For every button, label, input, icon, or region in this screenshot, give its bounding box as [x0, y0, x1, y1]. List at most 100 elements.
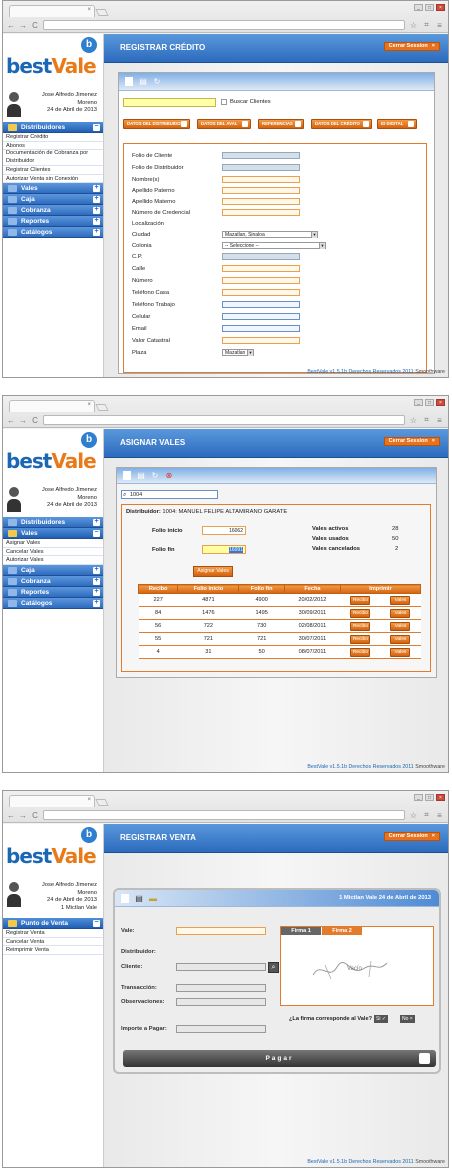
vales-button[interactable]: Vales — [390, 608, 411, 618]
maximize-button[interactable]: □ — [425, 794, 434, 801]
ciudad-select[interactable]: Mazatlan, Sinaloa ▼ — [222, 231, 318, 238]
forward-icon[interactable]: → — [19, 811, 27, 820]
expand-icon[interactable]: + — [93, 184, 100, 192]
no-button[interactable]: No × — [400, 1015, 415, 1023]
browser-tab[interactable]: × — [9, 400, 95, 412]
extension-icon[interactable]: ⌗ — [422, 810, 431, 820]
transaccion-input[interactable] — [176, 984, 266, 992]
expand-icon[interactable]: + — [93, 577, 100, 585]
maximize-button[interactable]: □ — [425, 4, 434, 11]
celular-input[interactable] — [222, 313, 300, 320]
expand-icon[interactable]: + — [93, 566, 100, 574]
back-icon[interactable]: ← — [7, 416, 15, 425]
expand-icon[interactable]: + — [93, 588, 100, 596]
colonia-select[interactable]: -- Seleccione -- ▼ — [222, 242, 326, 249]
cliente-input[interactable] — [176, 963, 266, 971]
ticket-icon[interactable]: ▬ — [149, 894, 157, 903]
menu-vales[interactable]: Vales + — [3, 183, 103, 194]
menu-reportes[interactable]: Reportes + — [3, 586, 103, 598]
minimize-button[interactable]: _ — [414, 399, 423, 406]
folio-cliente-input[interactable] — [222, 152, 300, 159]
refresh-icon[interactable]: ↻ — [153, 77, 161, 86]
vale-input[interactable] — [176, 927, 266, 935]
reload-icon[interactable]: C — [31, 416, 39, 425]
expand-icon[interactable]: + — [93, 206, 100, 214]
logout-button[interactable]: Cerrar Session × — [383, 437, 440, 446]
search-icon[interactable]: ⌕ — [268, 962, 279, 973]
menu-cobranza[interactable]: Cobranza + — [3, 205, 103, 216]
cancel-icon[interactable]: ⊗ — [165, 471, 173, 480]
search-input[interactable] — [123, 98, 216, 107]
tab-close-icon[interactable]: × — [87, 797, 91, 803]
extension-icon[interactable]: ⌗ — [422, 415, 431, 425]
back-icon[interactable]: ← — [7, 811, 15, 820]
forward-icon[interactable]: → — [19, 416, 27, 425]
credencial-input[interactable] — [222, 209, 300, 216]
menu-icon[interactable]: ≡ — [435, 811, 444, 820]
tab-firma-1[interactable]: Firma 1 — [281, 927, 321, 935]
close-window-button[interactable]: × — [436, 794, 445, 801]
back-icon[interactable]: ← — [7, 21, 15, 30]
recibo-button[interactable]: Recibo — [350, 647, 371, 657]
menu-icon[interactable]: ≡ — [435, 416, 444, 425]
submenu-registrar-clientes[interactable]: Registrar Clientes — [3, 166, 103, 175]
vales-button[interactable]: Vales — [390, 647, 411, 657]
tab-referencias[interactable]: REFERENCIAS — [258, 119, 304, 129]
folio-inicio-input[interactable]: 16062 — [202, 526, 246, 535]
menu-caja[interactable]: Caja + — [3, 564, 103, 576]
extension-icon[interactable]: ⌗ — [422, 20, 431, 30]
new-icon[interactable] — [123, 471, 131, 480]
menu-vales[interactable]: Vales − — [3, 528, 103, 539]
submenu-cancelar-vales[interactable]: Cancelar Vales — [3, 548, 103, 556]
menu-distribuidores[interactable]: Distribuidores − — [3, 122, 103, 133]
vales-button[interactable]: Vales — [390, 634, 411, 644]
submenu-cancelar-venta[interactable]: Cancelar Venta — [3, 938, 103, 946]
expand-icon[interactable]: + — [93, 195, 100, 203]
menu-catalogos[interactable]: Catálogos + — [3, 227, 103, 238]
refresh-icon[interactable]: ↻ — [151, 471, 159, 480]
address-bar[interactable] — [43, 415, 405, 425]
telefono-casa-input[interactable] — [222, 289, 300, 296]
submenu-asignar-vales[interactable]: Asignar Vales — [3, 539, 103, 548]
menu-icon[interactable]: ≡ — [435, 21, 444, 30]
observaciones-input[interactable] — [176, 998, 266, 1006]
menu-caja[interactable]: Caja + — [3, 194, 103, 205]
reload-icon[interactable]: C — [31, 21, 39, 30]
si-button[interactable]: Si ✓ — [374, 1015, 389, 1023]
print-icon[interactable]: ▤ — [137, 471, 145, 480]
vales-button[interactable]: Vales — [390, 621, 411, 631]
minimize-button[interactable]: _ — [414, 794, 423, 801]
close-window-button[interactable]: × — [436, 399, 445, 406]
folio-distribuidor-input[interactable] — [222, 164, 300, 171]
search-input[interactable]: ⌕ 1004 — [121, 490, 218, 499]
expand-icon[interactable]: + — [93, 228, 100, 236]
new-icon[interactable] — [125, 77, 133, 86]
submenu-reimprimir-venta[interactable]: Reimprimir Venta — [3, 946, 103, 955]
new-tab-button[interactable] — [95, 799, 109, 806]
importe-input[interactable] — [176, 1025, 266, 1033]
menu-reportes[interactable]: Reportes + — [3, 216, 103, 227]
menu-catalogos[interactable]: Catálogos + — [3, 597, 103, 609]
submenu-registrar-credito[interactable]: Registrar Crédito — [3, 133, 103, 142]
new-tab-button[interactable] — [95, 404, 109, 411]
minimize-button[interactable]: _ — [414, 4, 423, 11]
forward-icon[interactable]: → — [19, 21, 27, 30]
pagar-button[interactable]: Pagar — [123, 1050, 436, 1067]
recibo-button[interactable]: Recibo — [350, 595, 371, 605]
maximize-button[interactable]: □ — [425, 399, 434, 406]
tab-close-icon[interactable]: × — [87, 7, 91, 13]
address-bar[interactable] — [43, 810, 405, 820]
menu-distribuidores[interactable]: Distribuidores + — [3, 517, 103, 528]
submenu-autorizar-vales[interactable]: Autorizar Vales — [3, 556, 103, 565]
tab-datos-credito[interactable]: DATOS DEL CRÉDITO — [311, 119, 372, 129]
tab-datos-aval[interactable]: DATOS DEL AVAL — [197, 119, 251, 129]
close-window-button[interactable]: × — [436, 4, 445, 11]
valor-catastral-input[interactable] — [222, 337, 300, 344]
collapse-icon[interactable]: − — [93, 919, 100, 927]
logout-button[interactable]: Cerrar Session × — [383, 832, 440, 841]
recibo-button[interactable]: Recibo — [350, 634, 371, 644]
tab-id-digital[interactable]: ID DIGITAL — [377, 119, 417, 129]
asignar-vales-button[interactable]: Asignar Vales — [193, 566, 233, 577]
expand-icon[interactable]: + — [93, 599, 100, 607]
email-input[interactable] — [222, 325, 300, 332]
